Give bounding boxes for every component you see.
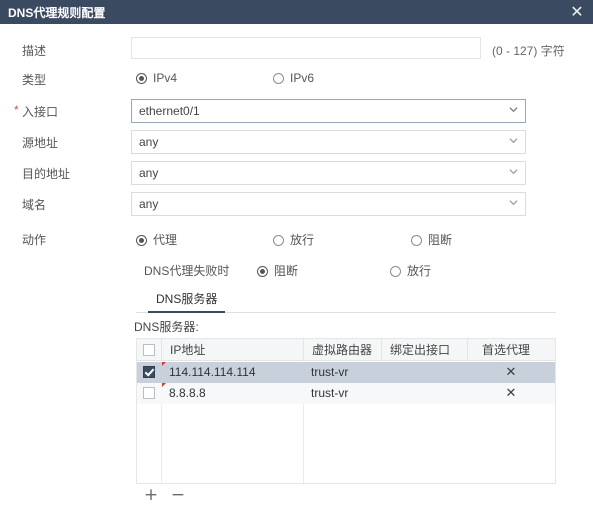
domain-select[interactable]: any: [131, 192, 526, 216]
radio-fail-deny[interactable]: 阻断: [257, 262, 298, 279]
row-ip-cell: 8.8.8.8: [161, 383, 303, 404]
radio-action-proxy[interactable]: 代理: [136, 231, 177, 248]
radio-action-permit[interactable]: 放行: [273, 231, 314, 248]
chevron-down-icon: [509, 136, 518, 145]
src-address-value: any: [139, 135, 159, 149]
row-checkbox[interactable]: [143, 366, 155, 378]
dns-server-section-title: DNS服务器:: [134, 320, 199, 334]
on-proxy-fail-label: DNS代理失败时: [144, 264, 230, 278]
tab-dns-server[interactable]: DNS服务器: [148, 290, 226, 313]
dst-address-select[interactable]: any: [131, 161, 526, 185]
row-vrouter-cell: trust-vr: [311, 365, 349, 379]
tabstrip: DNS服务器: [136, 290, 556, 313]
radio-dot-icon: [257, 266, 268, 277]
table-header-checkbox-cell: [137, 339, 161, 361]
dialog-title: DNS代理规则配置: [8, 6, 106, 20]
radio-action-permit-label: 放行: [290, 233, 315, 247]
src-address-label: 源地址: [22, 136, 59, 150]
chevron-down-icon: [509, 167, 518, 176]
description-label: 描述: [22, 44, 47, 58]
radio-dot-icon: [390, 266, 401, 277]
radio-dot-icon: [273, 235, 284, 246]
row-vrouter-cell: trust-vr: [311, 386, 349, 400]
radio-type-ipv6[interactable]: IPv6: [273, 71, 314, 85]
row-checkbox[interactable]: [143, 387, 155, 399]
table-header-ip[interactable]: IP地址: [161, 339, 303, 361]
src-address-select[interactable]: any: [131, 130, 526, 154]
row-bind-interface-cell: [381, 383, 467, 404]
radio-fail-deny-label: 阻断: [274, 264, 299, 278]
dns-proxy-rule-dialog: DNS代理规则配置 ✕ 描述 (0 - 127) 字符 类型 IPv4 IPv6…: [0, 0, 593, 504]
radio-type-ipv4-label: IPv4: [153, 71, 178, 85]
modified-marker-icon: [162, 383, 166, 387]
type-label: 类型: [22, 73, 47, 87]
table-header-row: IP地址 虚拟路由器 绑定出接口 首选代理: [137, 339, 555, 361]
close-icon[interactable]: ✕: [567, 1, 587, 23]
row-ip-cell: 114.114.114.114: [161, 362, 303, 383]
required-marker: *: [14, 103, 19, 117]
domain-label: 域名: [22, 198, 47, 212]
select-all-checkbox[interactable]: [143, 344, 155, 356]
radio-action-deny-label: 阻断: [428, 233, 453, 247]
radio-fail-permit[interactable]: 放行: [390, 262, 431, 279]
row-preferred-proxy-cell[interactable]: ✕: [467, 362, 555, 383]
radio-dot-icon: [273, 73, 284, 84]
action-label: 动作: [22, 233, 47, 247]
row-ip-value: 8.8.8.8: [169, 386, 206, 400]
row-preferred-proxy-cell[interactable]: ✕: [467, 383, 555, 404]
row-select-cell: [137, 362, 161, 383]
in-interface-select[interactable]: ethernet0/1: [131, 99, 526, 123]
radio-type-ipv6-label: IPv6: [290, 71, 315, 85]
table-row[interactable]: 8.8.8.8 trust-vr ✕: [137, 383, 555, 404]
row-ip-value: 114.114.114.114: [169, 365, 256, 379]
table-header-vrouter[interactable]: 虚拟路由器: [303, 339, 381, 361]
table-header-preferred-proxy[interactable]: 首选代理: [467, 339, 555, 361]
radio-dot-icon: [136, 73, 147, 84]
remove-row-button[interactable]: −: [170, 487, 186, 504]
table-header-bind-interface[interactable]: 绑定出接口: [381, 339, 467, 361]
dst-address-value: any: [139, 166, 159, 180]
chevron-down-icon: [509, 105, 518, 114]
row-select-cell: [137, 383, 161, 404]
radio-type-ipv4[interactable]: IPv4: [136, 71, 177, 85]
radio-action-deny[interactable]: 阻断: [411, 231, 452, 248]
dst-address-label: 目的地址: [22, 167, 71, 181]
radio-action-proxy-label: 代理: [153, 233, 178, 247]
domain-value: any: [139, 197, 159, 211]
chevron-down-icon: [509, 198, 518, 207]
in-interface-label: 入接口: [22, 105, 59, 119]
row-bind-interface-cell: [381, 362, 467, 383]
radio-dot-icon: [136, 235, 147, 246]
radio-fail-permit-label: 放行: [407, 264, 432, 278]
radio-dot-icon: [411, 235, 422, 246]
modified-marker-icon: [162, 362, 166, 366]
in-interface-value: ethernet0/1: [139, 104, 200, 118]
description-hint: (0 - 127) 字符: [492, 44, 565, 58]
description-input[interactable]: [131, 37, 481, 59]
dns-server-table: IP地址 虚拟路由器 绑定出接口 首选代理 114.114.114.114 tr…: [136, 338, 556, 484]
dialog-titlebar: DNS代理规则配置 ✕: [0, 0, 593, 24]
add-row-button[interactable]: +: [143, 487, 159, 504]
table-row[interactable]: 114.114.114.114 trust-vr ✕: [137, 362, 555, 383]
